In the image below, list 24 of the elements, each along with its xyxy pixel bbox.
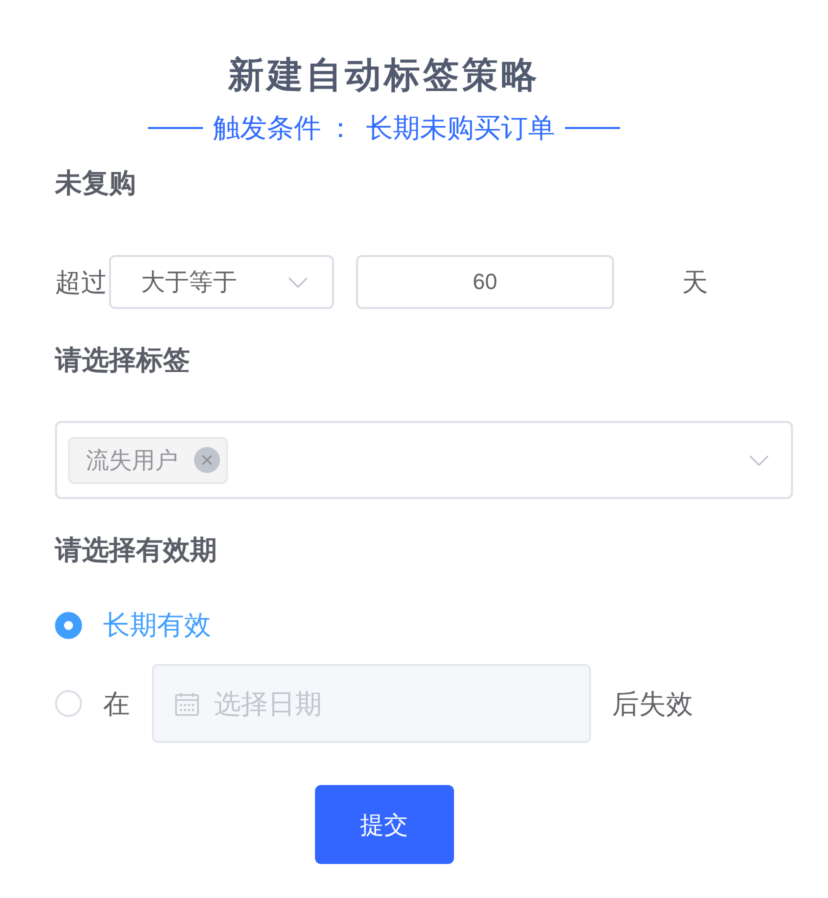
calendar-icon — [175, 692, 199, 716]
operator-select[interactable]: 大于等于 — [109, 255, 334, 309]
submit-button[interactable]: 提交 — [314, 785, 454, 864]
trigger-separator: ： — [327, 112, 354, 145]
chevron-down-icon — [749, 454, 769, 466]
suffix-label: 后失效 — [612, 688, 693, 720]
section-heading: 请选择标签 — [55, 344, 190, 377]
decorative-line — [565, 127, 620, 129]
close-icon[interactable] — [194, 447, 220, 473]
section-heading: 未复购 — [55, 167, 136, 200]
trigger-label: 触发条件 — [213, 112, 321, 145]
radio-label[interactable]: 在 — [103, 686, 130, 720]
radio-button[interactable] — [55, 612, 82, 638]
decorative-line — [148, 127, 203, 129]
tag-chip: 流失用户 — [68, 436, 228, 484]
trigger-value: 长期未购买订单 — [366, 112, 555, 145]
tag-select[interactable]: 流失用户 — [55, 421, 793, 499]
section-heading: 请选择有效期 — [55, 534, 217, 567]
chevron-down-icon — [288, 276, 308, 288]
radio-label[interactable]: 长期有效 — [103, 608, 211, 642]
page-title: 新建自动标签策略 — [228, 53, 540, 97]
unit-label: 天 — [682, 266, 708, 299]
field-label: 超过 — [55, 266, 107, 299]
days-input[interactable]: 60 — [356, 255, 614, 309]
